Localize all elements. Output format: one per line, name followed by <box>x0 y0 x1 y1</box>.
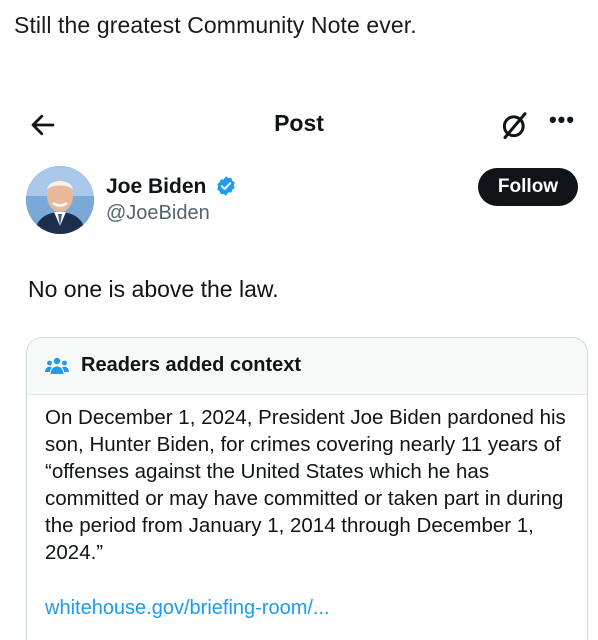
follow-button[interactable]: Follow <box>478 168 578 206</box>
tweet-text: No one is above the law. <box>28 276 279 302</box>
community-note-header: Readers added context <box>27 338 587 395</box>
more-options-icon[interactable]: ••• <box>544 108 580 138</box>
people-icon <box>45 357 69 374</box>
grok-icon[interactable] <box>500 110 530 140</box>
avatar[interactable] <box>26 166 94 234</box>
verified-badge-icon <box>217 176 235 196</box>
author-handle[interactable]: @JoeBiden <box>106 202 210 225</box>
top-bar: Post ••• <box>0 98 598 150</box>
author-name[interactable]: Joe Biden <box>106 175 206 199</box>
community-note-body: On December 1, 2024, President Joe Biden… <box>45 406 566 564</box>
community-note-source-link[interactable]: whitehouse.gov/briefing-room/... <box>45 597 330 620</box>
screenshot-caption: Still the greatest Community Note ever. <box>14 12 417 38</box>
community-note-title: Readers added context <box>81 354 302 376</box>
community-note: Readers added context On December 1, 202… <box>26 337 588 640</box>
avatar-image <box>26 166 94 234</box>
